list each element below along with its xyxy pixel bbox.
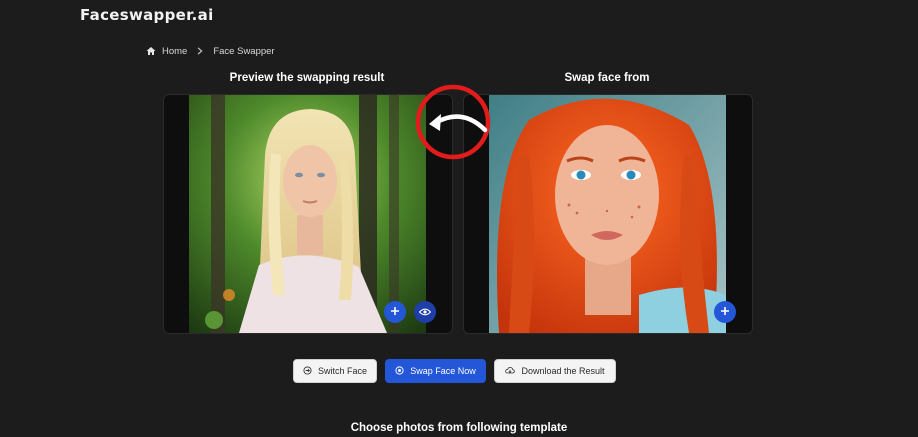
preview-panel [163, 94, 453, 334]
action-row: Switch Face Swap Face Now Download the R… [0, 359, 918, 383]
switch-face-button[interactable]: Switch Face [293, 359, 377, 383]
breadcrumb-home-link[interactable]: Home [162, 46, 187, 57]
source-panel-title: Swap face from [564, 72, 650, 84]
source-face-image [489, 95, 726, 333]
add-target-button[interactable] [384, 301, 406, 323]
download-result-button[interactable]: Download the Result [494, 359, 616, 383]
swap-face-now-label: Swap Face Now [410, 366, 476, 376]
app-logo[interactable]: Faceswapper.ai [80, 6, 214, 24]
eye-icon [418, 303, 432, 321]
source-panel [463, 94, 753, 334]
home-icon[interactable] [146, 46, 156, 56]
view-result-button[interactable] [414, 301, 436, 323]
switch-face-label: Switch Face [317, 366, 368, 376]
download-result-label: Download the Result [521, 366, 605, 376]
preview-panel-title: Preview the swapping result [229, 72, 385, 84]
swap-icon [395, 365, 404, 377]
switch-face-icon [303, 365, 312, 377]
chevron-right-icon [197, 47, 203, 55]
add-source-face-button[interactable] [714, 301, 736, 323]
plus-icon [720, 303, 730, 321]
download-cloud-icon [505, 366, 516, 377]
swap-face-now-button[interactable]: Swap Face Now [385, 359, 486, 383]
template-section-title: Choose photos from following template [350, 422, 568, 434]
plus-icon [390, 303, 400, 321]
preview-result-image [189, 95, 426, 333]
breadcrumb-current: Face Swapper [213, 45, 275, 57]
breadcrumb: Home Face Swapper [146, 44, 275, 58]
